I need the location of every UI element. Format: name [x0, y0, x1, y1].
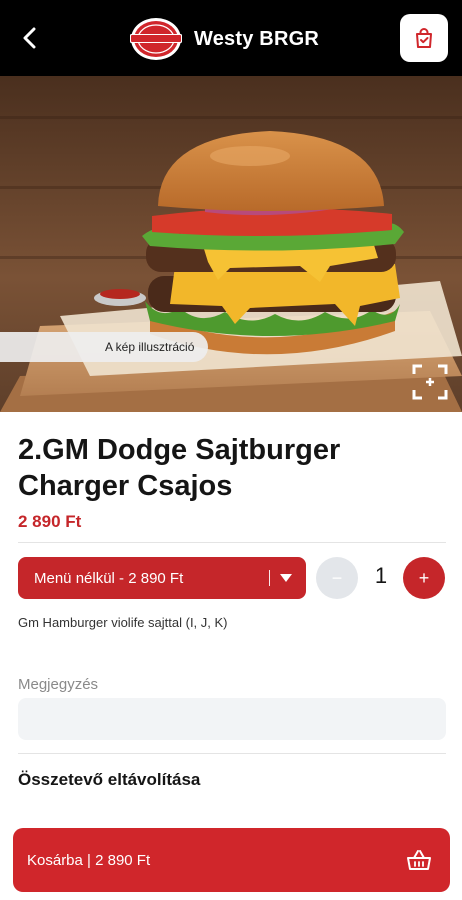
add-to-cart-label: Kosárba | 2 890 Ft [27, 851, 151, 869]
scan-zoom-icon [412, 364, 448, 400]
chevron-down-icon [280, 574, 292, 582]
cart-bag-button[interactable] [400, 14, 448, 62]
remove-ingredients-button[interactable]: Összetevő eltávolítása [18, 770, 200, 790]
add-to-cart-button[interactable]: Kosárba | 2 890 Ft [13, 828, 450, 892]
note-label: Megjegyzés [18, 676, 99, 693]
image-zoom-button[interactable] [408, 360, 452, 404]
quantity-value: 1 [374, 563, 388, 588]
product-title: 2.GM Dodge Sajtburger Charger Csajos [18, 434, 341, 502]
select-separator [269, 570, 270, 586]
app-title: Westy BRGR [194, 27, 319, 50]
quantity-decrease-button[interactable]: − [316, 557, 358, 599]
product-price: 2 890 Ft [18, 512, 82, 531]
plus-icon: + [418, 567, 430, 588]
menu-option-select[interactable]: Menü nélkül - 2 890 Ft [18, 557, 306, 599]
basket-icon [407, 850, 431, 870]
divider [18, 542, 446, 543]
back-arrow-icon [23, 27, 36, 49]
brand: Westy BRGR [128, 16, 319, 62]
menu-option-value: Menü nélkül - 2 890 Ft [34, 569, 184, 587]
minus-icon: − [331, 567, 343, 588]
divider [18, 753, 446, 754]
product-description: Gm Hamburger violife sajttal (I, J, K) [18, 615, 228, 630]
quantity-increase-button[interactable]: + [403, 557, 445, 599]
shopping-bag-icon [416, 28, 432, 48]
illustration-note: A kép illusztráció [0, 332, 209, 362]
brand-logo [130, 18, 182, 60]
top-bar: Westy BRGR [0, 0, 462, 76]
product-image: A kép illusztráció [0, 76, 462, 412]
illustration-note-text: A kép illusztráció [105, 340, 195, 354]
back-button[interactable] [12, 20, 48, 56]
note-input[interactable] [18, 698, 446, 740]
